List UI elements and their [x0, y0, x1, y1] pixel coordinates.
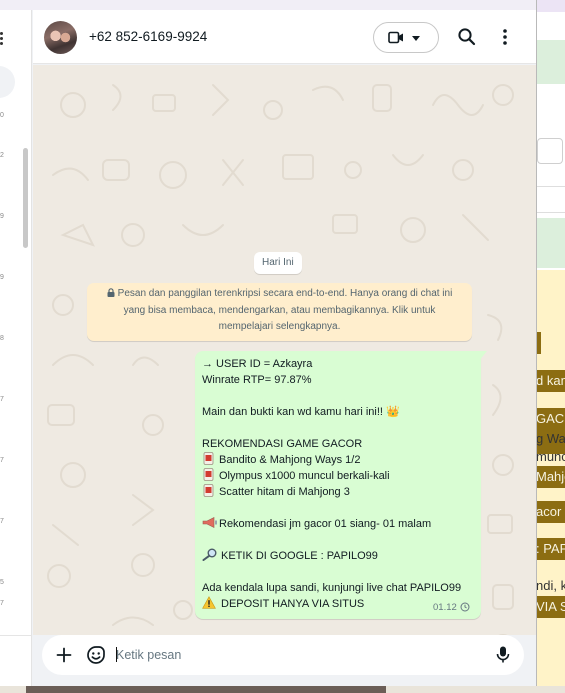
- message-bubble-tail: [479, 351, 487, 361]
- voice-message-button[interactable]: [495, 645, 511, 665]
- background-panel-top: [535, 40, 565, 84]
- background-snippet: GAC: [536, 411, 565, 426]
- message-line-text: Bandito & Mahjong Ways 1/2: [219, 454, 361, 466]
- mahjong-tile-emoji: [203, 468, 214, 481]
- chat-header: +62 852-6169-9924: [33, 10, 536, 64]
- background-snippet: muncul: [536, 449, 565, 464]
- chat-messages-area[interactable]: Hari Ini Pesan dan panggilan terenkripsi…: [33, 65, 529, 635]
- background-snippet: g Wa: [536, 431, 565, 446]
- chat-list-time: 7: [0, 457, 4, 464]
- message-line: Ada kendala lupa sandi, kunjungi live ch…: [202, 582, 462, 594]
- background-divider: [535, 186, 565, 187]
- message-line: DEPOSIT HANYA VIA SITUS: [202, 596, 364, 612]
- message-line: → USER ID = Azkayra: [202, 358, 313, 370]
- kebab-menu-icon: [503, 29, 507, 45]
- background-divider: [535, 212, 565, 213]
- window-topbar: [0, 0, 536, 10]
- mahjong-tile-emoji: [203, 484, 214, 497]
- message-line-text: DEPOSIT HANYA VIA SITUS: [221, 598, 365, 610]
- chat-list-time: 2: [0, 152, 4, 159]
- background-snippet: d kam: [535, 370, 565, 392]
- message-line: Rekomendasi jm gacor 01 siang- 01 malam: [202, 516, 431, 532]
- search-icon: [458, 28, 476, 46]
- chevron-down-icon: [412, 36, 420, 41]
- message-line: REKOMENDASI GAME GACOR: [202, 438, 363, 450]
- background-titlebar: [535, 0, 565, 12]
- warning-emoji: [202, 596, 216, 609]
- chat-list-time: 9: [0, 213, 4, 220]
- lock-icon: [107, 288, 115, 297]
- chat-scrollbar-track: [529, 65, 536, 635]
- emoji-button[interactable]: [86, 645, 106, 665]
- background-panel-mid: [535, 218, 565, 268]
- background-input: [537, 138, 563, 164]
- encryption-notice-text: Pesan dan panggilan terenkripsi secara e…: [117, 288, 453, 332]
- chat-list-selected-item[interactable]: [0, 66, 15, 98]
- message-input[interactable]: [116, 643, 486, 667]
- chat-list-scrollbar[interactable]: [23, 148, 28, 248]
- avatar[interactable]: [44, 21, 77, 54]
- text-caret: [116, 647, 117, 662]
- background-snippet: VIA SI: [535, 596, 565, 618]
- message-line: Main dan bukti kan wd kamu hari ini!! 👑: [202, 406, 400, 418]
- chat-list-time: 5: [0, 579, 4, 586]
- attach-button[interactable]: [55, 646, 73, 664]
- background-snippet: : PAP: [535, 538, 565, 560]
- contact-name[interactable]: +62 852-6169-9924: [89, 29, 207, 44]
- chat-list-time: 7: [0, 518, 4, 525]
- chat-menu-button[interactable]: [497, 27, 513, 47]
- message-line: KETIK DI GOOGLE : PAPILO99: [202, 548, 378, 564]
- magnifier-emoji: [202, 548, 217, 561]
- composer: [33, 635, 536, 686]
- menu-dots-icon[interactable]: [0, 32, 6, 46]
- chat-list-time: 0: [0, 112, 4, 119]
- message-line: Scatter hitam di Mahjong 3: [202, 484, 350, 500]
- screen: d kam GAC g Wa muncul Mahjor acor : PAP …: [0, 0, 565, 693]
- chat-list-time: 8: [0, 335, 4, 342]
- message-time: 01.12: [433, 602, 457, 613]
- search-button[interactable]: [457, 27, 477, 47]
- composer-box: [42, 635, 524, 675]
- chat-list-time: 9: [0, 274, 4, 281]
- chat-list-time: 7: [0, 600, 4, 607]
- whatsapp-window: 0 2 9 9 8 7 7 7 5 7 +62 852-6169-9924 Ha…: [0, 0, 537, 686]
- message-line: Bandito & Mahjong Ways 1/2: [202, 452, 360, 468]
- message-meta: 01.12: [433, 602, 470, 613]
- video-call-button[interactable]: [373, 22, 439, 53]
- message-line: Olympus x1000 muncul berkali-kali: [202, 468, 390, 484]
- microphone-icon: [496, 646, 510, 663]
- desktop-background: [0, 686, 565, 693]
- chat-list-divider: [0, 635, 31, 636]
- background-window: d kam GAC g Wa muncul Mahjor acor : PAP …: [535, 0, 565, 693]
- message-line-text: KETIK DI GOOGLE : PAPILO99: [221, 550, 378, 562]
- message-line: Winrate RTP= 97.87%: [202, 374, 312, 386]
- plus-icon: [56, 647, 72, 663]
- background-snippet: Mahjor: [535, 466, 565, 488]
- encryption-notice[interactable]: Pesan dan panggilan terenkripsi secara e…: [87, 283, 472, 341]
- emoji-icon: [87, 646, 105, 664]
- message-line-text: Olympus x1000 muncul berkali-kali: [219, 470, 390, 482]
- mahjong-tile-emoji: [203, 452, 214, 465]
- megaphone-emoji: [202, 517, 217, 528]
- chat-list-panel: 0 2 9 9 8 7 7 7 5 7: [0, 10, 32, 686]
- date-chip: Hari Ini: [254, 252, 302, 274]
- message-line-text: Scatter hitam di Mahjong 3: [219, 486, 350, 498]
- background-snippet: ndi, ku: [536, 578, 565, 593]
- message-bubble[interactable]: → USER ID = Azkayra Winrate RTP= 97.87% …: [195, 351, 481, 619]
- message-line-text: Rekomendasi jm gacor 01 siang- 01 malam: [219, 518, 432, 530]
- video-call-icon: [388, 31, 403, 44]
- background-document: d kam GAC g Wa muncul Mahjor acor : PAP …: [535, 270, 565, 693]
- clock-icon: [460, 602, 470, 612]
- background-snippet: acor: [535, 501, 565, 523]
- chat-list-time: 7: [0, 396, 4, 403]
